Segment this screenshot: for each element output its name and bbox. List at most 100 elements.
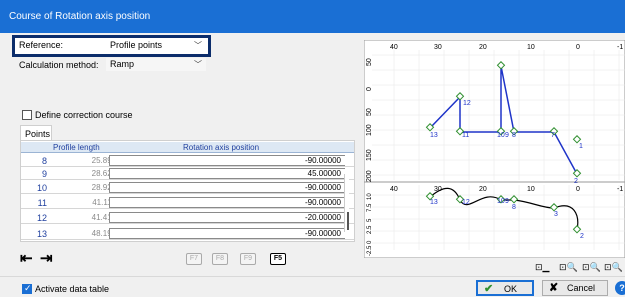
window-title: Course of Rotation axis position — [9, 11, 151, 22]
top-point-label: 11 — [462, 132, 469, 139]
bottom-point-label: 13 — [430, 199, 438, 206]
zoom-in-icon[interactable]: ⊡🔍 — [604, 262, 623, 273]
f9-multiply-button[interactable]: F9 — [240, 253, 256, 265]
row-number: 8 — [41, 156, 47, 166]
rotation-position-input[interactable]: 45.00000 — [109, 168, 345, 179]
top-point-label: 2 — [574, 178, 578, 185]
f7-add-row-button[interactable]: F7 — [186, 253, 202, 265]
tab-points-label: Points — [25, 129, 51, 139]
top-y-tick: 100 — [366, 124, 373, 136]
calculation-method-label: Calculation method: — [19, 60, 99, 70]
top-point-label: 10 — [497, 132, 505, 139]
reference-select[interactable]: Profile points ﹀ — [106, 39, 206, 53]
top-x-tick: 30 — [434, 44, 442, 51]
rotation-position-input[interactable]: -90.00000 — [109, 228, 345, 239]
bottom-point-label: 3 — [554, 211, 558, 218]
bottom-x-tick: 40 — [390, 186, 398, 193]
bottom-y-tick: 10 — [367, 193, 373, 200]
import-icon[interactable]: ⇥ — [40, 251, 53, 266]
table-row[interactable]: 12 41.41544 -20.00000 — [21, 211, 354, 224]
table-row[interactable]: 11 41.11081 -90.00000 — [21, 196, 354, 209]
rotation-position-input[interactable]: -90.00000 — [109, 197, 345, 208]
table-scrollbar[interactable] — [344, 174, 349, 232]
row-number: 9 — [41, 169, 47, 179]
bottom-y-tick: -2.5 — [367, 245, 373, 256]
zoom-window-icon[interactable]: ⊡🔍 — [559, 262, 578, 273]
top-y-tick: 150 — [366, 149, 373, 161]
rotation-axis-chart[interactable]: 40 30 20 10 0 -1 50 0 50 100 150 200 13 … — [364, 40, 625, 258]
rotation-position-value: 45.00000 — [307, 169, 341, 178]
top-x-tick: -1 — [617, 44, 623, 51]
define-correction-label: Define correction course — [35, 110, 133, 120]
top-y-tick: 200 — [366, 170, 373, 182]
top-point-label: 9 — [505, 132, 509, 139]
table-row[interactable]: 9 28.62091 45.00000 — [21, 167, 354, 180]
top-point-label: 8 — [512, 132, 516, 139]
help-icon[interactable]: ? — [615, 281, 625, 295]
table-row[interactable]: 13 48.19331 -90.00000 — [21, 227, 354, 240]
bottom-point-label: 8 — [512, 204, 516, 211]
bottom-point-label: 12 — [462, 199, 470, 206]
bottom-point-label: 2 — [580, 233, 584, 240]
close-icon: ✘ — [549, 282, 559, 294]
calculation-method-value: Ramp — [110, 59, 135, 69]
chevron-down-icon: ﹀ — [194, 60, 202, 69]
define-correction-checkbox[interactable] — [22, 110, 32, 120]
points-table: Profile length Rotation axis position 8 … — [20, 140, 355, 242]
column-header-profile-length: Profile length — [53, 143, 100, 152]
chart-frame — [364, 40, 625, 258]
top-point-label: 13 — [430, 132, 438, 139]
export-icon[interactable]: ⇤ — [20, 251, 33, 266]
calculation-method-select[interactable]: Ramp ﹀ — [106, 58, 206, 71]
scrollbar-thumb[interactable] — [347, 212, 349, 230]
bottom-y-tick: 7.5 — [367, 203, 373, 212]
top-y-tick: 50 — [366, 108, 373, 116]
zoom-out-icon[interactable]: ⊡🔍 — [582, 262, 601, 273]
top-x-tick: 0 — [576, 44, 580, 51]
column-header-rotation-axis-position: Rotation axis position — [183, 143, 260, 152]
rotation-position-input[interactable]: -90.00000 — [109, 155, 345, 166]
ok-button[interactable]: ✔ OK — [476, 280, 534, 296]
ok-button-label: OK — [504, 284, 518, 294]
top-point-label: 12 — [463, 100, 471, 107]
rotation-position-value: -90.00000 — [304, 183, 341, 192]
rotation-position-value: -20.00000 — [304, 213, 341, 222]
top-point-label: 1 — [579, 143, 583, 150]
row-number: 12 — [36, 213, 47, 223]
top-y-tick: 0 — [366, 87, 373, 91]
top-y-tick: 50 — [366, 58, 373, 66]
top-point-label: 7 — [551, 132, 555, 139]
reference-label: Reference: — [19, 40, 64, 50]
cancel-button[interactable]: ✘ Cancel — [542, 280, 608, 296]
bottom-y-tick: 2.5 — [367, 225, 373, 234]
row-number: 11 — [37, 198, 47, 208]
rotation-position-value: -90.00000 — [304, 156, 341, 165]
table-row[interactable]: 8 25.89595 -90.00000 — [21, 154, 354, 167]
table-row[interactable]: 10 28.92554 -90.00000 — [21, 181, 354, 194]
activate-data-table-label: Activate data table — [35, 284, 110, 294]
cancel-button-label: Cancel — [567, 283, 596, 293]
tab-points[interactable]: Points — [20, 125, 52, 141]
checkmark-icon: ✔ — [484, 283, 494, 295]
rotation-position-input[interactable]: -90.00000 — [109, 182, 345, 193]
table-header: Profile length Rotation axis position — [21, 142, 354, 153]
f8-delete-row-button[interactable]: F8 — [212, 253, 228, 265]
rotation-position-value: -90.00000 — [304, 229, 341, 238]
zoom-reset-icon[interactable]: ⊡▁ — [535, 262, 549, 273]
activate-data-table-checkbox[interactable] — [22, 283, 32, 294]
title-bar: Course of Rotation axis position — [0, 0, 625, 33]
reference-select-value: Profile points — [110, 40, 163, 50]
bottom-x-tick: -1 — [617, 186, 623, 193]
row-number: 10 — [36, 183, 47, 193]
bottom-point-label: 9 — [505, 198, 509, 205]
rotation-position-input[interactable]: -20.00000 — [109, 212, 345, 223]
row-number: 13 — [36, 229, 47, 239]
bottom-x-tick: 20 — [479, 186, 487, 193]
bottom-x-tick: 10 — [527, 186, 535, 193]
chevron-down-icon: ﹀ — [194, 41, 202, 50]
top-x-tick: 40 — [390, 44, 398, 51]
f5-save-button[interactable]: F5 — [270, 253, 286, 265]
rotation-position-value: -90.00000 — [304, 198, 341, 207]
bottom-x-tick: 0 — [576, 186, 580, 193]
top-x-tick: 10 — [527, 44, 535, 51]
